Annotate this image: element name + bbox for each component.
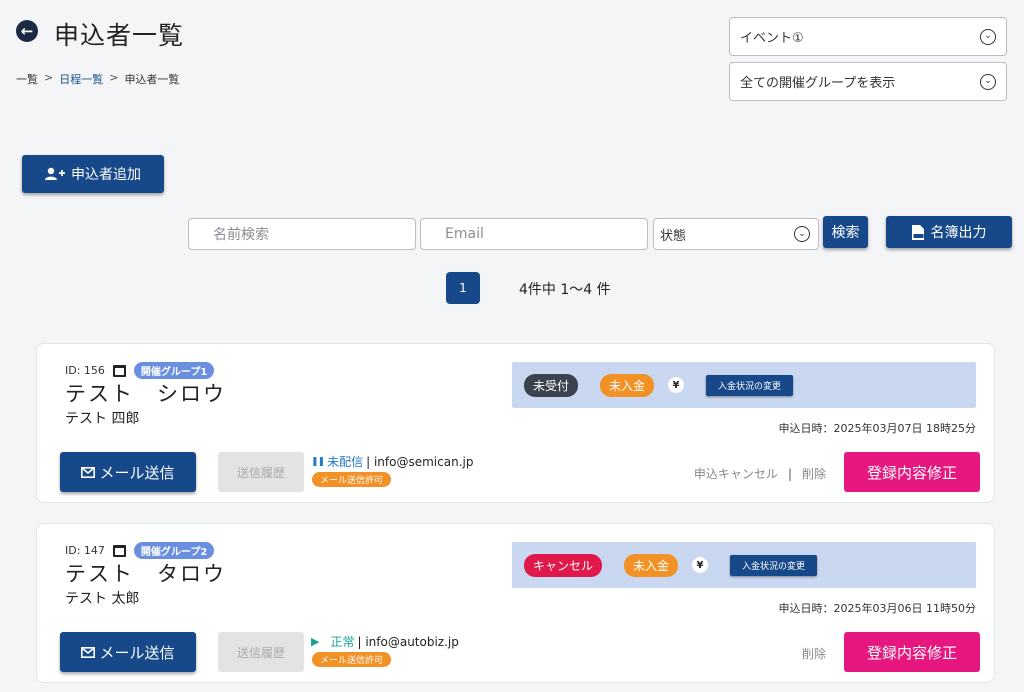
delivery-state: 未配信 <box>327 455 364 469</box>
group-badge: 開催グループ2 <box>133 542 215 559</box>
user-plus-icon <box>45 167 65 180</box>
yen-icon: ¥ <box>692 557 709 573</box>
payment-status-badge: 未入金 <box>600 373 655 397</box>
add-applicant-label: 申込者追加 <box>71 167 141 183</box>
change-payment-status-button[interactable]: 入金状況の変更 <box>706 374 794 396</box>
event-select[interactable]: イベント① ⌄ <box>729 17 1007 56</box>
delete-link[interactable]: 削除 <box>802 645 826 662</box>
page-1-button[interactable]: 1 <box>446 272 480 304</box>
search-button[interactable]: 検索 <box>823 216 868 248</box>
group-badge: 開催グループ1 <box>133 362 215 379</box>
chevron-down-icon: ⌄ <box>794 226 810 242</box>
name-search-input[interactable]: 名前検索 <box>188 218 416 250</box>
send-mail-button[interactable]: メール送信 <box>60 452 196 492</box>
applied-datetime: 申込日時：2025年03月06日 11時50分 <box>778 602 976 615</box>
yen-icon: ¥ <box>668 377 685 393</box>
breadcrumb-current: 申込者一覧 <box>124 73 180 86</box>
group-select-value: 全ての開催グループを表示 <box>740 76 896 91</box>
card-actions: 削除 <box>802 645 826 662</box>
applicant-card: ID: 156 開催グループ1 テスト シロウ テスト 四郎 未受付 未入金 ¥… <box>36 343 995 503</box>
status-select[interactable]: 状態 ⌄ <box>653 218 819 250</box>
applicant-kanji-name: テスト 太郎 <box>65 591 140 607</box>
applicant-meta: ID: 147 開催グループ2 <box>65 542 215 559</box>
applicant-kanji-name: テスト 四郎 <box>65 411 140 427</box>
breadcrumb-first[interactable]: 一覧 <box>16 71 38 87</box>
breadcrumb: 一覧 > 日程一覧 > 申込者一覧 <box>16 71 179 87</box>
chevron-down-icon: ⌄ <box>980 28 996 45</box>
edit-registration-button[interactable]: 登録内容修正 <box>844 632 980 672</box>
chevron-down-icon: ⌄ <box>980 73 996 90</box>
mail-delivery-status: ❚❚ 未配信 | info@semican.jp <box>311 453 473 470</box>
mail-permission-badge: メール送信許可 <box>312 472 392 487</box>
send-mail-label: メール送信 <box>99 643 175 662</box>
breadcrumb-link-schedule[interactable]: 日程一覧 <box>59 71 103 87</box>
status-panel: 未受付 未入金 ¥ 入金状況の変更 <box>512 362 976 408</box>
payment-status-badge: 未入金 <box>624 553 679 577</box>
edit-registration-button[interactable]: 登録内容修正 <box>844 452 980 492</box>
applied-datetime: 申込日時：2025年03月07日 18時25分 <box>778 422 976 435</box>
envelope-icon <box>81 646 96 658</box>
card-actions: 申込キャンセル | 削除 <box>694 465 826 482</box>
group-select[interactable]: 全ての開催グループを表示 ⌄ <box>729 62 1007 101</box>
reception-status-badge: 未受付 <box>524 373 579 397</box>
back-icon[interactable]: ← <box>16 20 38 42</box>
send-history-button[interactable]: 送信履歴 <box>218 452 304 492</box>
change-payment-status-button[interactable]: 入金状況の変更 <box>730 554 818 576</box>
status-panel: キャンセル 未入金 ¥ 入金状況の変更 <box>512 542 976 588</box>
action-divider: | <box>787 466 792 481</box>
page-title: 申込者一覧 <box>54 21 185 50</box>
send-mail-label: メール送信 <box>99 463 175 482</box>
export-roster-label: 名簿出力 <box>930 225 987 241</box>
send-mail-button[interactable]: メール送信 <box>60 632 196 672</box>
send-history-button[interactable]: 送信履歴 <box>218 632 304 672</box>
pause-icon: ❚❚ <box>311 456 325 467</box>
add-applicant-button[interactable]: 申込者追加 <box>22 155 164 193</box>
export-roster-button[interactable]: 名簿出力 <box>886 216 1012 248</box>
mail-permission-badge: メール送信許可 <box>312 652 392 667</box>
applicant-kana-name: テスト タロウ <box>65 562 226 586</box>
pagination-summary: 4件中 1〜4 件 <box>519 282 611 298</box>
breadcrumb-separator: > <box>44 71 54 84</box>
breadcrumb-separator: > <box>109 71 119 84</box>
applicant-email: | info@semican.jp <box>366 454 474 469</box>
csv-file-icon <box>911 224 924 240</box>
play-icon: ▶ <box>311 635 320 648</box>
delivery-state: 正常 <box>330 635 355 649</box>
event-select-value: イベント① <box>740 31 804 46</box>
applicant-id: ID: 147 <box>65 544 105 557</box>
mail-delivery-status: ▶ 正常 | info@autobiz.jp <box>311 633 459 650</box>
applicant-meta: ID: 156 開催グループ1 <box>65 362 215 379</box>
applicant-card: ID: 147 開催グループ2 テスト タロウ テスト 太郎 キャンセル 未入金… <box>36 523 995 683</box>
email-search-input[interactable]: Email <box>420 218 648 250</box>
applicant-id: ID: 156 <box>65 364 105 377</box>
applicant-kana-name: テスト シロウ <box>65 382 226 406</box>
delete-link[interactable]: 削除 <box>802 465 826 482</box>
calendar-icon <box>112 364 126 377</box>
cancel-application-link[interactable]: 申込キャンセル <box>694 465 778 482</box>
status-select-value: 状態 <box>660 228 687 244</box>
reception-status-badge: キャンセル <box>524 553 603 577</box>
envelope-icon <box>81 466 96 478</box>
calendar-icon <box>112 544 126 557</box>
applicant-email: | info@autobiz.jp <box>357 634 459 649</box>
